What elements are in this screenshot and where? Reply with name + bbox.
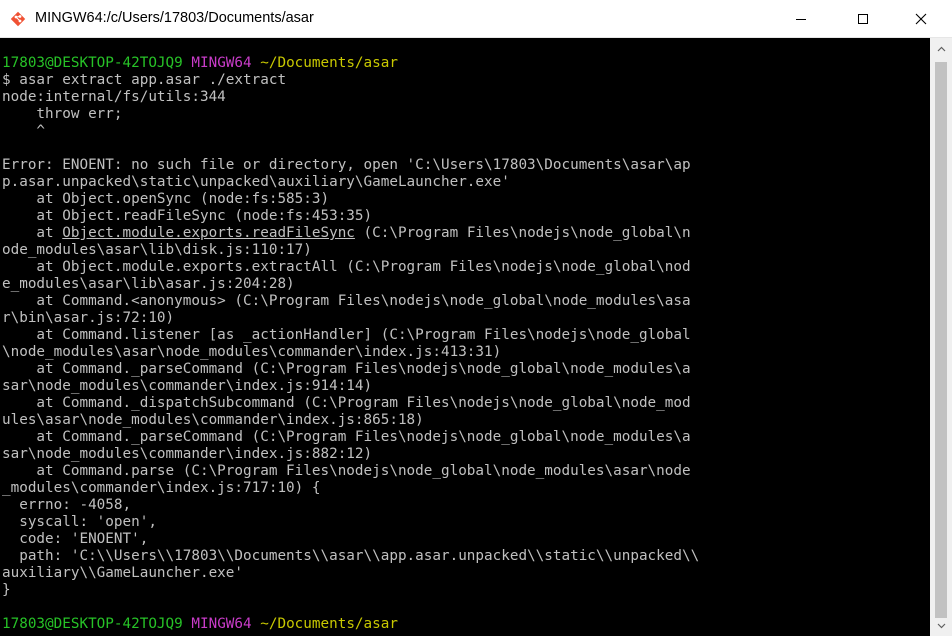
output-line: code: 'ENOENT',: [2, 531, 149, 547]
output-line: \node_modules\asar\node_modules\commande…: [2, 344, 502, 360]
output-line: ^: [2, 123, 46, 139]
chevron-up-icon: [937, 46, 945, 51]
close-icon: [915, 13, 927, 25]
output-line: at Command._parseCommand (C:\Program Fil…: [2, 429, 691, 445]
output-line: sar\node_modules\commander\index.js:882:…: [2, 446, 373, 462]
prompt-path: ~/Documents/asar: [260, 616, 398, 632]
minimize-icon: [796, 19, 806, 20]
output-line: e_modules\asar\lib\asar.js:204:28): [2, 276, 295, 292]
output-line: at Command.listener [as _actionHandler] …: [2, 327, 691, 343]
output-line: at Object.module.exports.readFileSync (C…: [2, 225, 691, 242]
maximize-icon: [858, 14, 868, 24]
close-button[interactable]: [890, 0, 952, 38]
scroll-up-button[interactable]: [930, 40, 952, 57]
window-title: MINGW64:/c/Users/17803/Documents/asar: [35, 10, 314, 26]
stack-suffix: (C:\Program Files\nodejs\node_global\n: [354, 225, 691, 241]
prompt-line: 17803@DESKTOP-42TOJQ9 MINGW64 ~/Document…: [2, 616, 398, 633]
output-line: }: [2, 582, 11, 598]
prompt-user-host: 17803@DESKTOP-42TOJQ9: [2, 616, 183, 632]
chevron-down-icon: [937, 623, 945, 628]
output-line: r\bin\asar.js:72:10): [2, 310, 175, 326]
output-line: at Command._parseCommand (C:\Program Fil…: [2, 361, 691, 377]
stack-prefix: at: [2, 225, 63, 241]
command-line: $ asar extract app.asar ./extract: [2, 72, 287, 88]
terminal-output[interactable]: 17803@DESKTOP-42TOJQ9 MINGW64 ~/Document…: [0, 38, 930, 636]
output-line: path: 'C:\\Users\\17803\\Documents\\asar…: [2, 548, 700, 564]
stack-function-link[interactable]: Object.module.exports.readFileSync: [62, 225, 355, 241]
output-line: at Object.module.exports.extractAll (C:\…: [2, 259, 691, 275]
prompt-env: MINGW64: [191, 616, 252, 632]
output-line: at Command.parse (C:\Program Files\nodej…: [2, 463, 691, 479]
terminal-window: MINGW64:/c/Users/17803/Documents/asar 17…: [0, 0, 952, 636]
output-line: errno: -4058,: [2, 497, 132, 513]
output-line: node:internal/fs/utils:344: [2, 89, 226, 105]
output-line: throw err;: [2, 106, 123, 122]
output-line: at Object.readFileSync (node:fs:453:35): [2, 208, 373, 224]
prompt-env: MINGW64: [191, 55, 252, 71]
output-line: ules\asar\node_modules\commander\index.j…: [2, 412, 424, 428]
git-bash-icon: [10, 11, 26, 27]
maximize-button[interactable]: [832, 0, 894, 38]
output-line: auxiliary\\GameLauncher.exe': [2, 565, 244, 581]
output-line: at Object.openSync (node:fs:585:3): [2, 191, 330, 207]
output-line: at Command._dispatchSubcommand (C:\Progr…: [2, 395, 691, 411]
output-line: ode_modules\asar\lib\disk.js:110:17): [2, 242, 312, 258]
output-line: at Command.<anonymous> (C:\Program Files…: [2, 293, 691, 309]
output-line: syscall: 'open',: [2, 514, 157, 530]
prompt-path: ~/Documents/asar: [260, 55, 398, 71]
output-line: Error: ENOENT: no such file or directory…: [2, 157, 691, 173]
minimize-button[interactable]: [770, 0, 832, 38]
prompt-line: 17803@DESKTOP-42TOJQ9 MINGW64 ~/Document…: [2, 55, 398, 72]
scroll-thumb[interactable]: [935, 62, 947, 618]
prompt-user-host: 17803@DESKTOP-42TOJQ9: [2, 55, 183, 71]
scroll-down-button[interactable]: [930, 617, 952, 634]
output-line: sar\node_modules\commander\index.js:914:…: [2, 378, 373, 394]
vertical-scrollbar[interactable]: [930, 38, 952, 636]
output-line: p.asar.unpacked\static\unpacked\auxiliar…: [2, 174, 510, 190]
title-bar[interactable]: MINGW64:/c/Users/17803/Documents/asar: [0, 0, 952, 38]
output-line: _modules\commander\index.js:717:10) {: [2, 480, 321, 496]
